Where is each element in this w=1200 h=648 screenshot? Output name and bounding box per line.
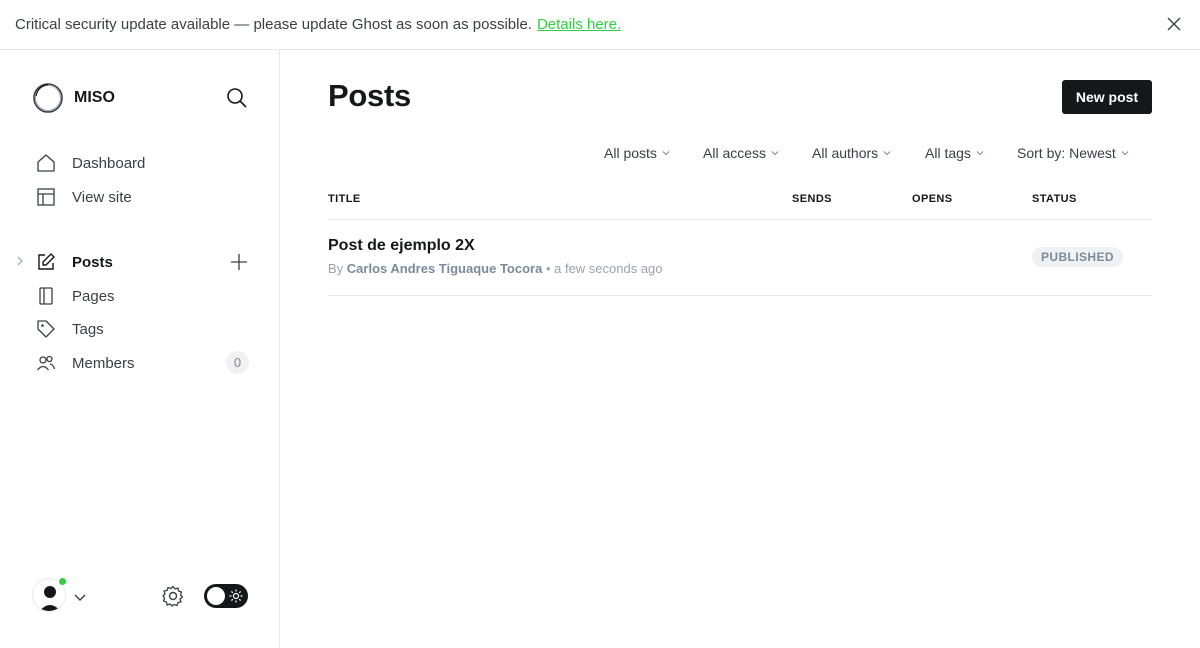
sun-icon	[229, 589, 243, 603]
column-header-status: STATUS	[1032, 193, 1077, 205]
filter-label: All tags	[925, 145, 971, 161]
close-icon[interactable]	[1166, 16, 1182, 32]
caret-down-icon	[771, 151, 779, 156]
post-title: Post de ejemplo 2X	[328, 237, 475, 254]
post-author: Carlos Andres Tiguaque Tocora	[346, 261, 543, 276]
site-brand[interactable]: MISO	[32, 82, 115, 114]
filter-post-type[interactable]: All posts	[604, 145, 670, 161]
sidebar-item-label: Pages	[72, 287, 115, 305]
site-name: MISO	[74, 89, 115, 106]
site-logo-icon	[32, 82, 64, 114]
banner-details-link[interactable]: Details here.	[537, 16, 621, 33]
sidebar-item-members[interactable]: Members	[36, 351, 135, 375]
caret-down-icon	[883, 151, 891, 156]
banner-message: Critical security update available — ple…	[15, 16, 532, 33]
sidebar-item-pages[interactable]: Pages	[36, 284, 115, 308]
post-time: • a few seconds ago	[545, 261, 663, 276]
filter-access[interactable]: All access	[703, 145, 779, 161]
column-header-title: TITLE	[328, 193, 361, 205]
sidebar: MISO Dashboard View site Posts Pages Tag…	[0, 50, 280, 648]
update-banner: Critical security update available — ple…	[0, 0, 1200, 50]
status-badge: PUBLISHED	[1032, 247, 1123, 267]
sidebar-item-label: Posts	[72, 253, 113, 271]
column-header-sends: SENDS	[792, 193, 832, 205]
filter-label: Sort by: Newest	[1017, 145, 1116, 161]
theme-toggle[interactable]	[204, 584, 248, 608]
toggle-knob	[207, 587, 225, 605]
column-header-opens: OPENS	[912, 193, 953, 205]
members-icon	[36, 353, 56, 373]
pages-icon	[36, 286, 56, 306]
user-avatar[interactable]	[32, 576, 68, 612]
filter-tags[interactable]: All tags	[925, 145, 984, 161]
post-meta: By Carlos Andres Tiguaque Tocora • a few…	[328, 261, 663, 276]
sidebar-item-label: Tags	[72, 320, 104, 338]
sort-order[interactable]: Sort by: Newest	[1017, 145, 1129, 161]
sidebar-item-view-site[interactable]: View site	[36, 185, 132, 209]
home-icon	[36, 153, 56, 173]
chevron-down-icon[interactable]	[74, 590, 86, 602]
sidebar-item-label: View site	[72, 188, 132, 206]
sidebar-item-label: Members	[72, 354, 135, 372]
caret-down-icon	[976, 151, 984, 156]
caret-down-icon	[1121, 151, 1129, 156]
new-post-button[interactable]: New post	[1062, 80, 1152, 114]
post-by-label: By	[328, 261, 344, 276]
tag-icon	[36, 319, 56, 339]
edit-icon	[36, 252, 56, 272]
search-icon[interactable]	[226, 87, 248, 109]
sidebar-item-posts[interactable]: Posts	[36, 250, 113, 274]
members-count-badge: 0	[226, 351, 249, 374]
page-title: Posts	[328, 78, 411, 113]
table-row-divider	[328, 295, 1152, 296]
filter-label: All authors	[812, 145, 879, 161]
caret-down-icon	[662, 151, 670, 156]
filter-label: All access	[703, 145, 767, 161]
gear-icon[interactable]	[162, 585, 184, 607]
sidebar-item-tags[interactable]: Tags	[36, 317, 104, 341]
sidebar-item-dashboard[interactable]: Dashboard	[36, 151, 145, 175]
filter-authors[interactable]: All authors	[812, 145, 891, 161]
chevron-right-icon[interactable]	[14, 254, 26, 266]
layout-icon	[36, 187, 56, 207]
online-status-dot	[57, 576, 68, 587]
sidebar-item-label: Dashboard	[72, 154, 146, 172]
filter-label: All posts	[604, 145, 657, 161]
table-row[interactable]: Post de ejemplo 2X By Carlos Andres Tigu…	[328, 220, 1152, 295]
add-post-icon[interactable]	[229, 252, 249, 272]
